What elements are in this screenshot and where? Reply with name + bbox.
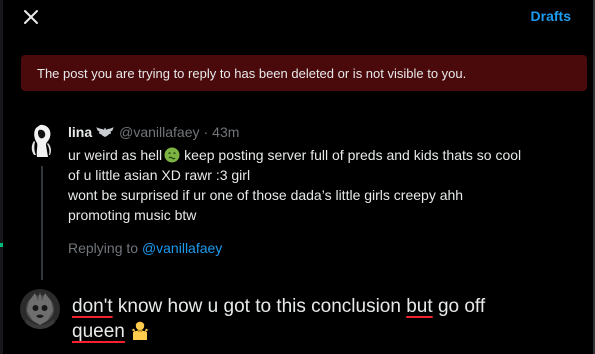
- alert-text: The post you are trying to reply to has …: [37, 65, 467, 81]
- left-panel-edge: [0, 0, 3, 354]
- quoted-post-header: lina @vanillafaey · 43m: [68, 124, 239, 140]
- replying-to: Replying to @vanillafaey: [68, 240, 222, 256]
- composer-line: don't know how u got to this conclusion …: [72, 296, 486, 317]
- replying-mention[interactable]: @vanillafaey: [142, 240, 222, 256]
- composer-line: queen: [72, 319, 577, 344]
- sick-face-emoji: [164, 147, 180, 163]
- author-name[interactable]: lina: [68, 124, 92, 140]
- replying-prefix: Replying to: [68, 240, 139, 256]
- thread-connector: [41, 166, 43, 280]
- deleted-post-alert: The post you are trying to reply to has …: [21, 55, 587, 91]
- user-avatar[interactable]: [20, 289, 60, 329]
- post-text-line: of u little asian XD rawr :3 girl: [68, 167, 251, 183]
- bat-icon: [96, 127, 114, 137]
- spellcheck-word[interactable]: don't: [72, 296, 113, 317]
- close-icon: [24, 10, 38, 24]
- post-timestamp[interactable]: 43m: [212, 124, 239, 140]
- quoted-post-text: ur weird as hell keep posting server ful…: [68, 145, 568, 225]
- reply-composer[interactable]: don't know how u got to this conclusion …: [72, 294, 577, 344]
- quoted-author-avatar[interactable]: [22, 121, 62, 161]
- spellcheck-word[interactable]: queen: [72, 321, 125, 342]
- post-text-line: wont be surprised if ur one of those dad…: [68, 187, 464, 203]
- left-panel-indicator: [0, 243, 3, 247]
- post-text-line: ur weird as hell keep posting server ful…: [68, 147, 522, 163]
- header-separator: ·: [203, 124, 209, 140]
- author-handle[interactable]: @vanillafaey: [119, 124, 199, 140]
- close-button[interactable]: [20, 6, 42, 28]
- drafts-button[interactable]: Drafts: [531, 8, 571, 24]
- person-shrugging-emoji: [131, 321, 149, 340]
- spellcheck-word[interactable]: but: [406, 296, 432, 317]
- post-text-line: promoting music btw: [68, 207, 197, 223]
